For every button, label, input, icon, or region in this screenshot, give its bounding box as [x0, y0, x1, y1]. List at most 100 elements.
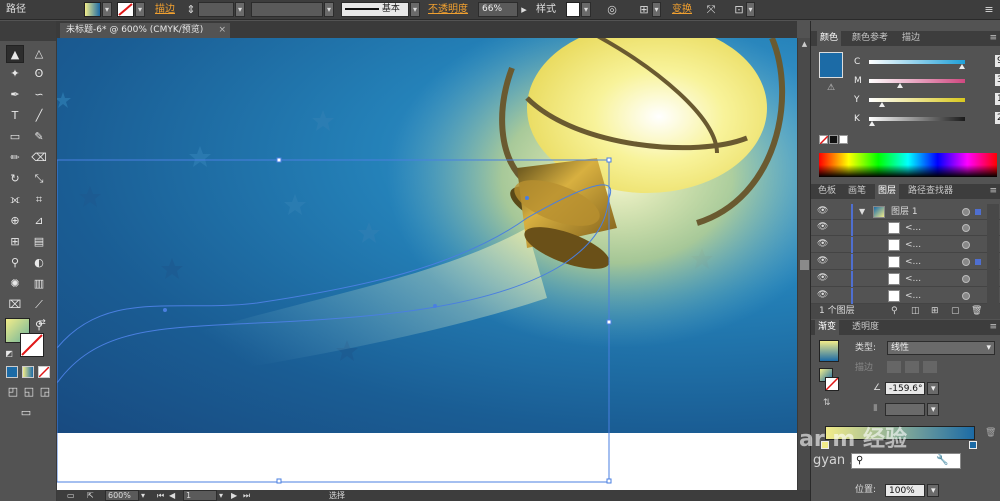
layer-row-top[interactable]: 👁 ▼ 图层 1 — [811, 204, 1000, 220]
color-panel-menu-icon[interactable]: ≡ — [989, 31, 997, 46]
gradient-eyedropper-icon[interactable]: ⚲ — [856, 455, 863, 466]
draw-normal-icon[interactable]: ◰ — [6, 385, 20, 399]
tab-layers[interactable]: 图层 — [875, 184, 900, 199]
delete-stop-icon[interactable]: 🗑 — [985, 428, 996, 438]
blend-tool-icon[interactable]: ◐ — [30, 254, 48, 272]
selection-tool-icon[interactable]: ▲ — [6, 45, 24, 63]
magic-wand-tool-icon[interactable]: ✦ — [6, 65, 24, 83]
gradient-wrench-icon[interactable]: 🔧 — [936, 455, 948, 466]
paintbrush-tool-icon[interactable]: ✎ — [30, 128, 48, 146]
sublayer-row[interactable]: 👁 <... — [811, 271, 1000, 287]
transform-label[interactable]: 变换 — [672, 2, 696, 17]
stroke-stepper-icon[interactable]: ⇕ — [186, 2, 196, 17]
shape-builder-tool-icon[interactable]: ⊕ — [6, 212, 24, 230]
curvature-tool-icon[interactable]: ∽ — [30, 86, 48, 104]
rotate-tool-icon[interactable]: ↻ — [6, 170, 24, 188]
stroke-color-box[interactable] — [20, 333, 44, 357]
expand-layer-icon[interactable]: ▼ — [859, 207, 865, 216]
layer-name[interactable]: 图层 1 — [891, 204, 918, 220]
channel-slider-track[interactable] — [869, 60, 965, 64]
close-tab-icon[interactable]: × — [218, 23, 226, 38]
gradient-tool-options[interactable]: ⚲ 🔧 — [851, 453, 961, 469]
symbol-sprayer-tool-icon[interactable]: ✺ — [6, 275, 24, 293]
variable-width-dropdown-icon[interactable]: ▾ — [324, 2, 334, 17]
none-white-black-swatches[interactable] — [819, 135, 848, 147]
eyedropper-tool-icon[interactable]: ⚲ — [6, 254, 24, 272]
cmyk-row-c[interactable]: C97.3% — [851, 55, 1000, 69]
tab-gradient[interactable]: 渐变 — [815, 320, 840, 335]
stroke-dropdown-icon[interactable]: ▾ — [135, 2, 145, 17]
aspect-ratio-dropdown-icon[interactable]: ▾ — [927, 403, 939, 416]
control-menu-icon[interactable]: ≡ — [982, 2, 996, 17]
recolor-icon[interactable]: ◎ — [604, 2, 620, 17]
fill-dropdown-icon[interactable]: ▾ — [102, 2, 112, 17]
sublayer-name[interactable]: <... — [905, 288, 921, 304]
gradient-tool-icon[interactable]: ▤ — [30, 233, 48, 251]
visibility-eye-icon[interactable]: 👁 — [817, 206, 828, 216]
out-of-gamut-icon[interactable]: ⚠ — [827, 83, 835, 93]
type-tool-icon[interactable]: T — [6, 107, 24, 125]
next-artboard-icon[interactable]: ▶ — [231, 490, 239, 501]
visibility-eye-icon[interactable]: 👁 — [817, 256, 828, 266]
sublayer-row[interactable]: 👁 <... — [811, 237, 1000, 253]
pen-tool-icon[interactable]: ✒ — [6, 86, 24, 104]
target-icon[interactable] — [962, 275, 970, 283]
perspective-grid-tool-icon[interactable]: ⊿ — [30, 212, 48, 230]
clipping-mask-icon[interactable]: ◫ — [911, 304, 920, 319]
brush-profile-dropdown-icon[interactable]: ▾ — [410, 2, 420, 17]
align-dropdown-icon[interactable]: ▾ — [652, 2, 661, 17]
slice-tool-icon[interactable]: ⟋ — [30, 296, 48, 314]
stroke-weight-label[interactable]: 描边 — [155, 2, 185, 17]
white-swatch[interactable] — [839, 135, 848, 144]
scrollbar-thumb[interactable] — [800, 260, 809, 270]
channel-value-field[interactable]: 13.91 — [995, 93, 1000, 105]
isolate-icon[interactable]: ⤧ — [704, 2, 718, 17]
none-swatch[interactable] — [819, 135, 829, 145]
sublayer-name[interactable]: <... — [905, 220, 921, 236]
new-sublayer-icon[interactable]: ⊞ — [931, 304, 939, 319]
lasso-tool-icon[interactable]: ʘ — [30, 65, 48, 83]
sublayer-name[interactable]: <... — [905, 237, 921, 253]
direct-selection-tool-icon[interactable]: △ — [30, 45, 48, 63]
gradient-type-select[interactable]: 线性 ▾ — [887, 341, 995, 355]
canvas-area[interactable] — [57, 38, 797, 490]
width-tool-icon[interactable]: ⟗ — [6, 191, 24, 209]
location-field[interactable]: 100% — [885, 484, 925, 497]
aspect-ratio-field[interactable] — [885, 403, 925, 416]
zoom-field[interactable]: 600% — [105, 490, 139, 501]
locate-object-icon[interactable]: ⚲ — [891, 304, 898, 319]
style-dropdown-icon[interactable]: ▾ — [581, 2, 591, 17]
stroke-gradient-within-icon[interactable] — [887, 361, 901, 373]
first-artboard-icon[interactable]: ⏮ — [157, 490, 165, 501]
tab-color[interactable]: 颜色 — [817, 31, 842, 46]
color-fill-swatch[interactable] — [819, 52, 843, 78]
zoom-dropdown-icon[interactable]: ▾ — [141, 490, 149, 501]
cmyk-row-k[interactable]: K2.87% — [851, 112, 1000, 126]
fill-swatch[interactable] — [84, 2, 101, 17]
cmyk-row-m[interactable]: M31.99% — [851, 74, 1000, 88]
align-icon[interactable]: ⊞ — [636, 2, 652, 17]
last-artboard-icon[interactable]: ⏭ — [243, 490, 251, 501]
free-transform-tool-icon[interactable]: ⌗ — [30, 191, 48, 209]
export-icon[interactable]: ⇱ — [87, 490, 99, 501]
default-colors-icon[interactable]: ◩ — [3, 348, 15, 360]
channel-slider-knob[interactable] — [868, 121, 875, 126]
channel-value-field[interactable]: 31.99 — [995, 74, 1000, 86]
opacity-arrow-icon[interactable]: ▸ — [519, 2, 529, 17]
cmyk-row-y[interactable]: Y13.91% — [851, 93, 1000, 107]
gradient-preview-swatch[interactable] — [819, 340, 839, 362]
scale-tool-icon[interactable]: ⤡ — [30, 170, 48, 188]
document-tab[interactable]: 未标题-6* @ 600% (CMYK/预览) × — [60, 23, 230, 38]
reverse-gradient-icon[interactable]: ⇅ — [823, 398, 831, 408]
target-icon[interactable] — [962, 208, 970, 216]
column-graph-tool-icon[interactable]: ▥ — [30, 275, 48, 293]
angle-dropdown-icon[interactable]: ▾ — [927, 382, 939, 395]
line-tool-icon[interactable]: ╱ — [30, 107, 48, 125]
gradient-panel-menu-icon[interactable]: ≡ — [989, 320, 997, 335]
channel-value-field[interactable]: 2.87 — [995, 112, 1000, 124]
target-icon[interactable] — [962, 292, 970, 300]
black-swatch[interactable] — [829, 135, 838, 144]
eraser-tool-icon[interactable]: ⌫ — [30, 149, 48, 167]
delete-layer-icon[interactable]: 🗑 — [971, 304, 982, 319]
arrange-icon[interactable]: ⊡ — [732, 2, 746, 17]
